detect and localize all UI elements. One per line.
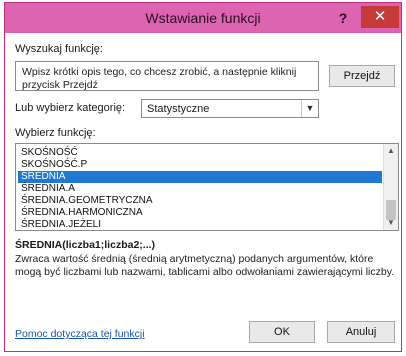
go-button[interactable]: Przejdź: [329, 65, 395, 87]
close-icon: ✕: [373, 8, 387, 25]
title-bar[interactable]: Wstawianie funkcji ? ✕: [5, 3, 401, 33]
list-item[interactable]: ŚREDNIA.HARMONICZNA: [18, 207, 382, 219]
function-list-label: Wybierz funkcję:: [15, 127, 96, 139]
chevron-down-icon[interactable]: ▼: [301, 100, 318, 117]
list-item-selected[interactable]: ŚREDNIA: [18, 171, 382, 183]
list-item[interactable]: ŚREDNIA.A: [18, 183, 382, 195]
insert-function-dialog: Wstawianie funkcji ? ✕ Wyszukaj funkcję:…: [4, 2, 402, 352]
list-item[interactable]: SKOŚNOŚĆ: [18, 147, 382, 159]
scroll-up-icon[interactable]: ▲: [384, 144, 398, 158]
list-item[interactable]: ŚREDNIA.GEOMETRYCZNA: [18, 195, 382, 207]
scroll-down-icon[interactable]: ▼: [384, 216, 398, 230]
help-button[interactable]: ?: [332, 9, 354, 27]
list-item[interactable]: ŚREDNIA.JEŻELI: [18, 219, 382, 230]
search-placeholder: Wpisz krótki opis tego, co chcesz zrobić…: [22, 66, 297, 91]
function-signature: ŚREDNIA(liczba1;liczba2;...): [15, 239, 156, 251]
function-description: Zwraca wartość średnią (średnią arytmety…: [15, 253, 395, 278]
search-label: Wyszukaj funkcję:: [15, 43, 103, 55]
category-label: Lub wybierz kategorię:: [15, 102, 126, 114]
ok-button[interactable]: OK: [249, 321, 315, 343]
category-select[interactable]: Statystyczne ▼: [141, 99, 319, 118]
search-input[interactable]: Wpisz krótki opis tego, co chcesz zrobić…: [15, 61, 319, 91]
help-link[interactable]: Pomoc dotycząca tej funkcji: [15, 328, 145, 340]
list-item[interactable]: SKOŚNOŚĆ.P: [18, 159, 382, 171]
list-scrollbar[interactable]: ▲ ▼: [383, 144, 398, 230]
close-button[interactable]: ✕: [361, 6, 399, 28]
function-list[interactable]: SKOŚNOŚĆ SKOŚNOŚĆ.P ŚREDNIA ŚREDNIA.A ŚR…: [15, 143, 399, 231]
category-value: Statystyczne: [147, 103, 210, 115]
cancel-button[interactable]: Anuluj: [327, 321, 395, 343]
